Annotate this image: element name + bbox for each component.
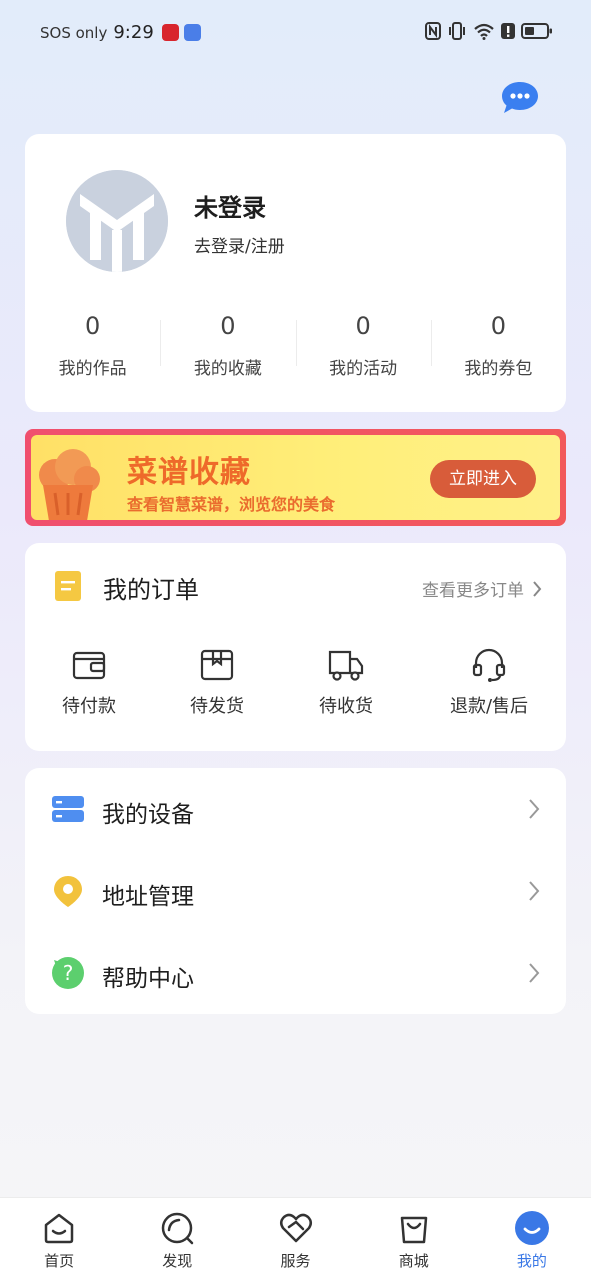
- order-document-icon: [55, 571, 81, 601]
- order-pending-payment[interactable]: 待付款: [43, 648, 135, 718]
- chevron-right-icon: [533, 580, 542, 597]
- status-bar: SOS only 9:29: [0, 0, 591, 66]
- banner-title: 菜谱收藏: [127, 455, 251, 490]
- stat-label: 我的活动: [329, 359, 398, 379]
- order-pending-receipt[interactable]: 待收货: [300, 648, 392, 718]
- chevron-right-icon: [529, 799, 540, 819]
- chef-hat-icon: [39, 449, 100, 520]
- package-icon: [200, 649, 234, 681]
- wifi-icon: [474, 23, 494, 40]
- vibrate-icon: [449, 22, 465, 40]
- svg-text:?: ?: [63, 961, 74, 985]
- message-button[interactable]: [500, 80, 540, 116]
- service-icon: [279, 1213, 312, 1243]
- stat-activities[interactable]: 0 我的活动: [295, 310, 431, 379]
- menu-card: 我的设备 地址管理 ? 帮助中心: [25, 768, 566, 1014]
- location-icon: [54, 876, 82, 907]
- menu-item-help-center[interactable]: ? 帮助中心: [25, 932, 566, 1014]
- status-right: [425, 22, 553, 40]
- order-pending-shipment[interactable]: 待发货: [171, 648, 263, 718]
- tab-profile[interactable]: 我的: [473, 1198, 591, 1280]
- tab-shop[interactable]: 商城: [355, 1198, 473, 1280]
- shop-icon: [400, 1216, 427, 1244]
- view-more-label: 查看更多订单: [422, 581, 524, 601]
- view-more-orders-link[interactable]: 查看更多订单: [422, 576, 542, 601]
- status-left: SOS only 9:29: [40, 22, 206, 43]
- tab-home[interactable]: 首页: [0, 1198, 118, 1280]
- tab-label: 首页: [44, 1252, 75, 1270]
- login-register-link[interactable]: 去登录/注册: [194, 232, 285, 257]
- truck-icon: [328, 650, 364, 681]
- app-notification-icon: [183, 24, 201, 41]
- menu-item-address-management[interactable]: 地址管理: [25, 850, 566, 932]
- stat-count: 0: [220, 312, 236, 340]
- avatar[interactable]: [66, 170, 168, 272]
- stat-label: 我的券包: [464, 359, 533, 379]
- tab-label: 服务: [280, 1252, 311, 1270]
- profile-icon: [514, 1211, 549, 1245]
- tab-discover[interactable]: 发现: [118, 1198, 236, 1280]
- order-label: 待发货: [190, 696, 244, 717]
- stat-label: 我的收藏: [193, 359, 262, 379]
- enter-now-button[interactable]: 立即进入: [430, 460, 536, 498]
- stats-row: 0 我的作品 0 我的收藏 0 我的活动 0 我的券包: [25, 310, 566, 379]
- clock: 9:29: [113, 22, 154, 43]
- stat-count: 0: [84, 312, 101, 340]
- orders-title: 我的订单: [103, 576, 199, 604]
- menu-label: 帮助中心: [102, 966, 194, 992]
- orders-card: 我的订单 查看更多订单 待付款 待发货 待收货 退款/售后: [25, 543, 566, 751]
- order-label: 待收货: [319, 696, 373, 717]
- home-icon: [44, 1213, 74, 1244]
- tab-label: 我的: [516, 1252, 547, 1270]
- help-icon: ?: [52, 957, 84, 989]
- stat-count: 0: [490, 312, 507, 340]
- menu-label: 地址管理: [102, 884, 194, 910]
- order-refund-aftersales[interactable]: 退款/售后: [435, 648, 543, 718]
- profile-card: 未登录 去登录/注册 0 我的作品 0 我的收藏 0 我的活动 0 我的券包: [25, 134, 566, 412]
- stat-coupons[interactable]: 0 我的券包: [430, 310, 566, 379]
- carrier-text: SOS only: [40, 23, 108, 42]
- chevron-right-icon: [529, 881, 540, 901]
- battery-icon: [521, 23, 552, 39]
- nfc-icon: [425, 22, 441, 40]
- order-label: 待付款: [62, 696, 116, 717]
- banner-inner: 菜谱收藏 查看智慧菜谱，浏览您的美食 立即进入: [31, 435, 560, 520]
- stat-count: 0: [355, 312, 371, 340]
- menu-label: 我的设备: [102, 802, 194, 828]
- tab-service[interactable]: 服务: [236, 1198, 354, 1280]
- recipe-banner[interactable]: 菜谱收藏 查看智慧菜谱，浏览您的美食 立即进入: [25, 429, 566, 526]
- discover-icon: [162, 1212, 194, 1245]
- banner-subtitle: 查看智慧菜谱，浏览您的美食: [127, 495, 336, 514]
- bottom-tab-bar: 首页 发现 服务 商城 我的: [0, 1197, 591, 1280]
- login-status-title: 未登录: [194, 194, 266, 222]
- stat-label: 我的作品: [58, 359, 127, 379]
- tab-label: 发现: [162, 1252, 193, 1270]
- avatar-logo-icon: [66, 170, 168, 272]
- menu-item-my-devices[interactable]: 我的设备: [25, 768, 566, 850]
- stat-favorites[interactable]: 0 我的收藏: [160, 310, 295, 379]
- app-notification-icon: [161, 24, 179, 41]
- order-label: 退款/售后: [449, 696, 529, 717]
- alert-icon: [501, 23, 515, 39]
- stat-works[interactable]: 0 我的作品: [25, 310, 160, 379]
- headset-icon: [472, 648, 506, 682]
- device-icon: [52, 796, 84, 822]
- chat-bubble-icon: [502, 82, 538, 113]
- chevron-right-icon: [529, 963, 540, 983]
- tab-label: 商城: [398, 1252, 429, 1270]
- wallet-icon: [72, 651, 106, 680]
